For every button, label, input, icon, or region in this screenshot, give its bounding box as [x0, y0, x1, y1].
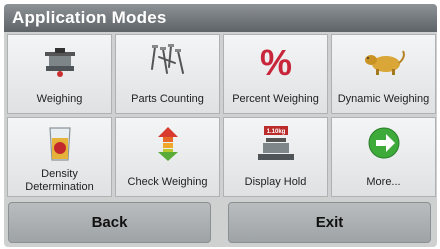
up-down-arrows-icon — [158, 127, 178, 161]
tile-display-hold[interactable]: 1.10kg Display Hold — [223, 117, 328, 197]
percent-icon: % — [260, 43, 292, 79]
hold-display-value: 1.10kg — [267, 129, 286, 135]
svg-text:%: % — [260, 43, 292, 79]
screws-icon — [151, 44, 184, 74]
tile-label: Density Determination — [25, 168, 94, 193]
back-button[interactable]: Back — [8, 202, 211, 243]
tile-parts-counting[interactable]: Parts Counting — [115, 34, 220, 114]
screen-title: Application Modes — [12, 8, 167, 27]
exit-button[interactable]: Exit — [228, 202, 431, 243]
tile-more[interactable]: More... — [331, 117, 436, 197]
tile-check-weighing[interactable]: Check Weighing — [115, 117, 220, 197]
tile-percent-weighing[interactable]: % Percent Weighing — [223, 34, 328, 114]
tile-label: Check Weighing — [127, 176, 208, 188]
scale-pan-icon — [45, 48, 75, 77]
tile-label: Percent Weighing — [232, 93, 319, 105]
tile-label: Parts Counting — [131, 93, 204, 105]
title-bar: Application Modes — [4, 4, 437, 32]
tile-density-determination[interactable]: Density Determination — [7, 117, 112, 197]
tile-label: Weighing — [36, 93, 83, 105]
hold-display-icon: 1.10kg — [258, 126, 294, 160]
tile-label: Display Hold — [244, 176, 307, 188]
tile-label: More... — [366, 176, 401, 188]
tile-dynamic-weighing[interactable]: Dynamic Weighing — [331, 34, 436, 114]
animal-icon — [365, 50, 405, 75]
tile-label: Dynamic Weighing — [337, 93, 430, 105]
mode-grid: Weighing Parts Counting % Percent Weighi… — [7, 34, 437, 198]
green-arrow-icon — [368, 127, 400, 159]
application-modes-screen: Application Modes Weighing Parts Countin… — [4, 4, 437, 247]
tile-weighing[interactable]: Weighing — [7, 34, 112, 114]
beaker-icon — [49, 127, 71, 161]
